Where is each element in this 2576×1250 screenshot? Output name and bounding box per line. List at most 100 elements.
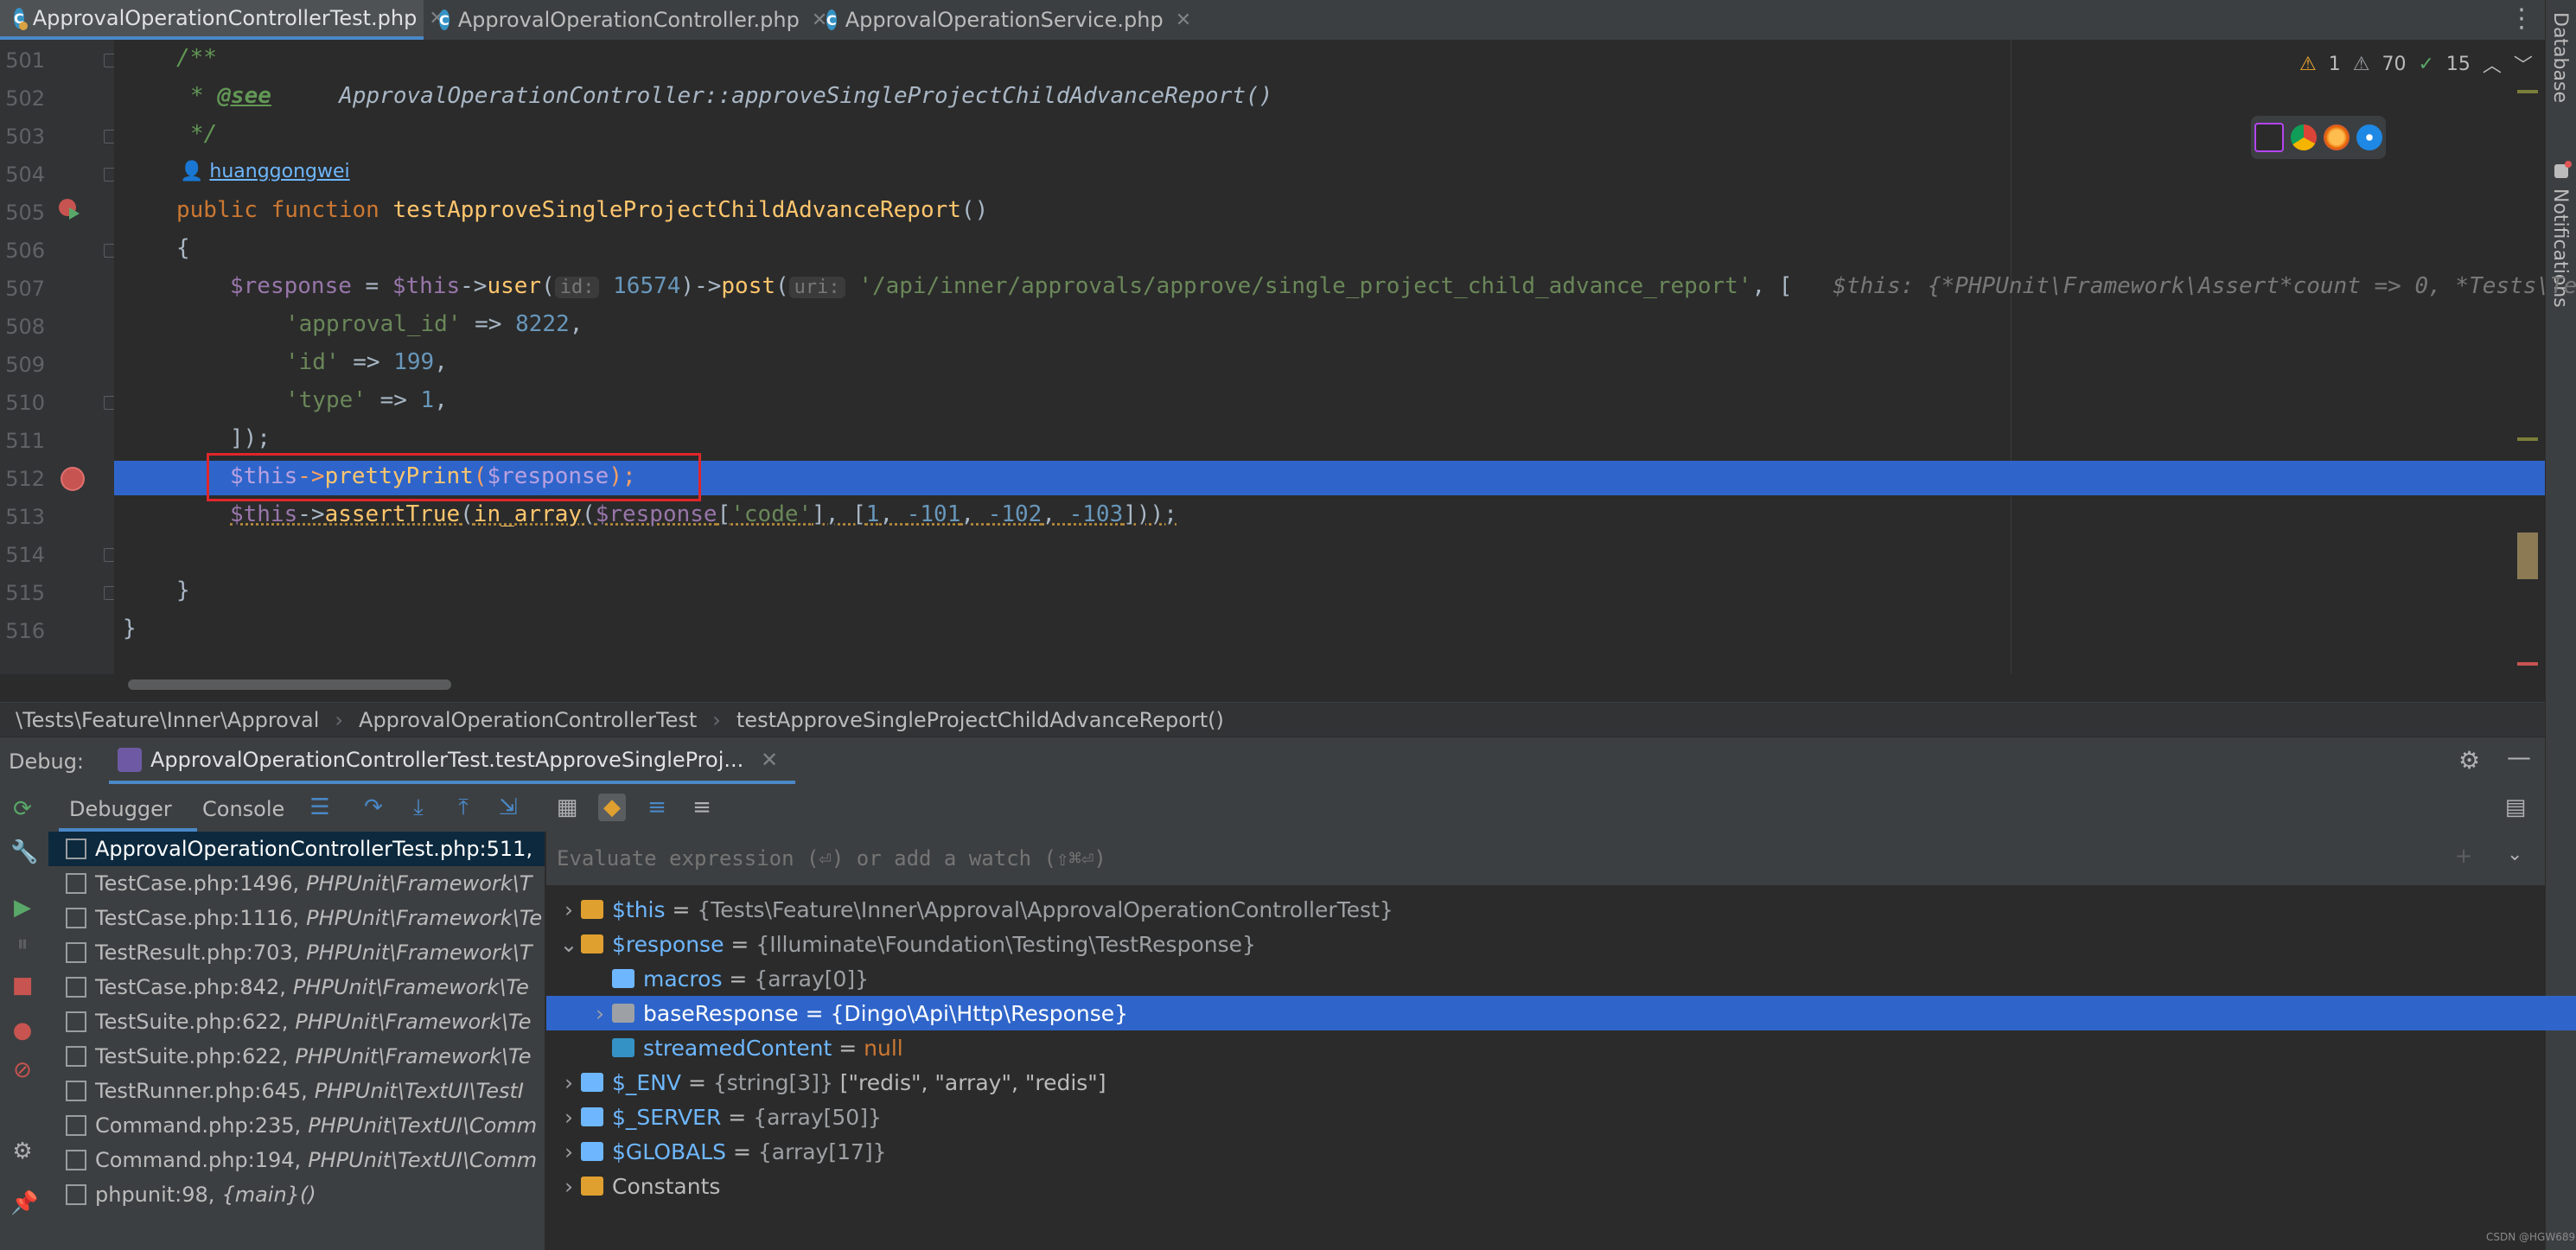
- variable-row[interactable]: › $_ENV = {string[3]} ["redis", "array", …: [546, 1065, 2555, 1100]
- breakpoint-icon[interactable]: [62, 469, 83, 489]
- breadcrumb-class[interactable]: ApprovalOperationControllerTest: [359, 708, 697, 732]
- view-breakpoints-icon[interactable]: ●: [10, 1018, 35, 1043]
- stack-frame[interactable]: Command.php:194, PHPUnit\TextUI\Comm: [48, 1143, 545, 1177]
- stack-frame[interactable]: Command.php:235, PHPUnit\TextUI\Comm: [48, 1108, 545, 1143]
- stack-frame[interactable]: phpunit:98, {main}(): [48, 1177, 545, 1212]
- stack-frame[interactable]: TestCase.php:1116, PHPUnit\Framework\Te: [48, 901, 545, 935]
- previous-highlight-icon[interactable]: ︿: [2483, 50, 2502, 78]
- arr-type-icon: [612, 969, 634, 988]
- stack-frame[interactable]: TestResult.php:703, PHPUnit\Framework\T: [48, 935, 545, 970]
- scroll-thumb[interactable]: [2517, 533, 2538, 579]
- pin-icon[interactable]: 📌: [10, 1191, 38, 1215]
- add-watch-icon[interactable]: ≡: [688, 794, 716, 821]
- frame-icon: [66, 977, 86, 998]
- more-vertical-icon[interactable]: ⋮: [2509, 3, 2535, 34]
- code-author-inlay[interactable]: 👤 huanggongwei: [180, 161, 350, 182]
- layout-menu-icon[interactable]: ☰: [306, 794, 334, 821]
- stack-frame[interactable]: TestCase.php:1496, PHPUnit\Framework\T: [48, 866, 545, 901]
- firefox-icon[interactable]: [2324, 124, 2350, 150]
- rerun-icon[interactable]: ⟳: [10, 797, 35, 821]
- code-editor[interactable]: [114, 40, 2545, 674]
- stop-icon[interactable]: ■: [10, 973, 35, 998]
- obj-type-icon: [581, 900, 603, 919]
- horizontal-scrollbar[interactable]: [128, 679, 451, 690]
- mute-breakpoints-icon[interactable]: ⊘: [10, 1058, 35, 1082]
- watches-icon[interactable]: ◆: [598, 794, 626, 821]
- stack-frame[interactable]: ApprovalOperationControllerTest.php:511,: [48, 832, 545, 866]
- evaluate-expression-input[interactable]: [555, 840, 2460, 877]
- variable-name: $GLOBALS: [612, 1138, 727, 1164]
- debug-session-tab[interactable]: ApprovalOperationControllerTest.testAppr…: [109, 737, 795, 784]
- chevron-down-icon[interactable]: ⌄: [2507, 844, 2522, 865]
- tab-debugger[interactable]: Debugger: [69, 797, 172, 821]
- chrome-icon[interactable]: [2291, 124, 2317, 150]
- settings-icon[interactable]: ⚙: [10, 1139, 35, 1164]
- breadcrumb-namespace[interactable]: \Tests\Feature\Inner\Approval: [16, 708, 319, 732]
- expand-chevron-icon[interactable]: ›: [557, 897, 581, 922]
- add-watch-icon[interactable]: +: [2455, 844, 2472, 868]
- variable-row[interactable]: streamedContent = null: [546, 1030, 2576, 1065]
- variable-name: $this: [612, 896, 666, 922]
- line-number: 502: [5, 86, 45, 111]
- code-line-512: $this->assertTrue(in_array($response['co…: [230, 501, 1177, 527]
- tab-console[interactable]: Console: [202, 797, 284, 821]
- variable-name: macros: [643, 966, 723, 992]
- wrench-icon[interactable]: 🔧: [10, 840, 38, 864]
- breadcrumb-separator: ›: [335, 708, 344, 732]
- step-into-icon[interactable]: ⤓: [405, 794, 432, 821]
- php-class-icon: C: [826, 10, 837, 30]
- safari-icon[interactable]: [2356, 124, 2382, 150]
- close-icon[interactable]: ✕: [1176, 10, 1191, 31]
- stack-frame[interactable]: TestCase.php:842, PHPUnit\Framework\Te: [48, 970, 545, 1004]
- debugger-toolbar: Debugger Console ☰ ↷ ⤓ ⤒ ⇲ ▦ ◆ ≡ ≡ ▤: [48, 785, 2545, 832]
- variable-name: Constants: [612, 1173, 721, 1199]
- resume-icon[interactable]: ▶: [10, 896, 35, 920]
- variable-row[interactable]: › $this = {Tests\Feature\Inner\Approval\A…: [546, 892, 2555, 927]
- line-number: 510: [5, 391, 45, 415]
- layout-settings-icon[interactable]: ▤: [2502, 794, 2529, 821]
- variable-row[interactable]: › Constants: [546, 1169, 2555, 1203]
- minimize-icon[interactable]: —: [2507, 743, 2531, 771]
- weak-warning-icon: ⚠: [2352, 53, 2370, 75]
- line-number: 501: [5, 48, 45, 73]
- close-icon[interactable]: ✕: [761, 748, 778, 772]
- next-highlight-icon[interactable]: ﹀: [2514, 50, 2533, 78]
- see-reference[interactable]: ApprovalOperationController::approveSing…: [339, 83, 1272, 109]
- stack-frame[interactable]: TestSuite.php:622, PHPUnit\Framework\Te: [48, 1004, 545, 1039]
- step-out-icon[interactable]: ⤒: [450, 794, 477, 821]
- expand-chevron-icon[interactable]: ›: [588, 1001, 612, 1026]
- variable-row[interactable]: › baseResponse = {Dingo\Api\Http\Response…: [546, 996, 2576, 1030]
- play-icon[interactable]: [69, 207, 80, 220]
- line-number: 511: [5, 429, 45, 453]
- threads-icon[interactable]: ≡: [643, 794, 671, 821]
- variable-row[interactable]: › $_SERVER = {array[50]}: [546, 1100, 2555, 1134]
- expand-chevron-icon[interactable]: ›: [557, 1105, 581, 1130]
- line-number: 513: [5, 505, 45, 529]
- run-to-cursor-icon[interactable]: ⇲: [494, 794, 522, 821]
- expand-chevron-icon[interactable]: ›: [557, 1139, 581, 1164]
- inspection-widget[interactable]: ⚠ 1 ⚠ 70 ✓ 15 ︿ ﹀: [2299, 50, 2533, 78]
- param-hint-id: id:: [554, 277, 600, 298]
- gear-icon[interactable]: ⚙: [2458, 746, 2480, 775]
- stack-frame[interactable]: TestSuite.php:622, PHPUnit\Framework\Te: [48, 1039, 545, 1074]
- variable-row[interactable]: macros = {array[0]}: [546, 961, 2576, 996]
- code-line-503: */: [190, 121, 218, 147]
- breadcrumb-method[interactable]: testApproveSingleProjectChildAdvanceRepo…: [736, 708, 1224, 732]
- tab-label: ApprovalOperationControllerTest.php: [32, 6, 418, 30]
- frame-location: TestSuite.php:622,: [95, 1044, 289, 1068]
- expanded-chevron-icon[interactable]: ⌄: [557, 932, 581, 957]
- variable-row[interactable]: ⌄ $response = {Illuminate\Foundation\Test…: [546, 927, 2555, 961]
- step-over-icon[interactable]: ↷: [360, 794, 387, 821]
- stack-frame[interactable]: TestRunner.php:645, PHPUnit\TextUI\TestI: [48, 1074, 545, 1108]
- expand-chevron-icon[interactable]: ›: [557, 1070, 581, 1095]
- pause-icon[interactable]: ⏸: [10, 932, 35, 956]
- frame-icon: [66, 1115, 86, 1136]
- tab-approval-operation-controller[interactable]: C ApprovalOperationController.php ✕: [425, 0, 827, 40]
- variable-row[interactable]: › $GLOBALS = {array[17]}: [546, 1134, 2555, 1169]
- database-tool-button[interactable]: Database: [2549, 12, 2571, 103]
- expand-chevron-icon[interactable]: ›: [557, 1174, 581, 1199]
- phpstorm-icon[interactable]: [2254, 123, 2284, 152]
- evaluate-expression-icon[interactable]: ▦: [553, 794, 581, 821]
- tab-approval-operation-controller-test[interactable]: C ApprovalOperationControllerTest.php ✕: [0, 0, 445, 40]
- tab-approval-operation-service[interactable]: C ApprovalOperationService.php ✕: [813, 0, 1191, 40]
